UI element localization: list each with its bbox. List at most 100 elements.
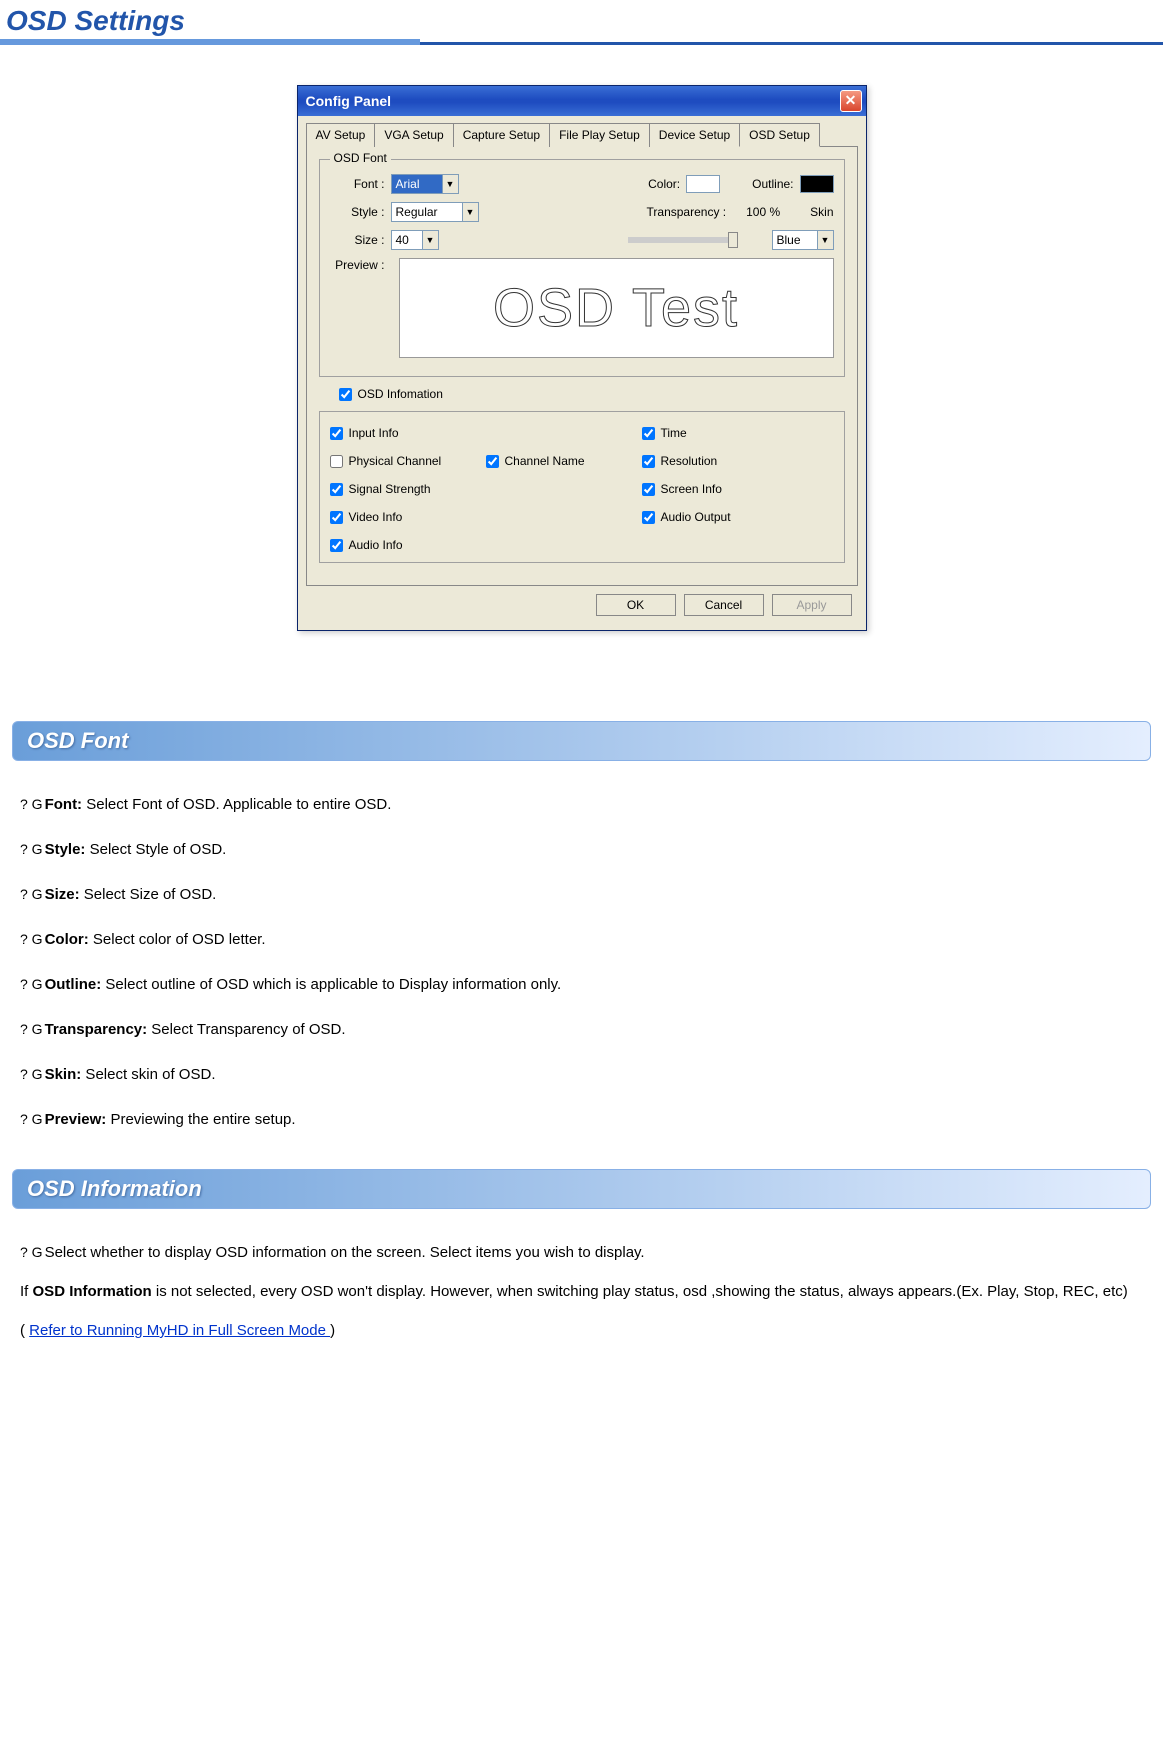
desc-outline: Select outline of OSD which is applicabl… xyxy=(101,976,561,993)
transparency-slider[interactable] xyxy=(628,237,738,243)
tab-osd-setup[interactable]: OSD Setup xyxy=(739,123,820,147)
osd-info-group: Input Info Time Physical Channel Channel… xyxy=(319,411,845,563)
outline-label: Outline: xyxy=(752,177,793,191)
size-combo[interactable]: 40 ▼ xyxy=(391,230,439,250)
audio-output-checkbox[interactable] xyxy=(642,511,655,524)
screen-info-checkbox[interactable] xyxy=(642,483,655,496)
term-outline: Outline: xyxy=(45,976,102,993)
dialog-body: AV Setup VGA Setup Capture Setup File Pl… xyxy=(298,116,866,630)
bullet-icon: ? G xyxy=(20,931,43,947)
style-label: Style : xyxy=(330,205,385,219)
tab-vga-setup[interactable]: VGA Setup xyxy=(374,123,453,147)
bullet-icon: ? G xyxy=(20,1111,43,1127)
screen-info-label: Screen Info xyxy=(661,482,722,496)
bullet-icon: ? G xyxy=(20,1244,43,1260)
tab-strip: AV Setup VGA Setup Capture Setup File Pl… xyxy=(306,122,858,147)
dialog-container: Config Panel ✕ AV Setup VGA Setup Captur… xyxy=(0,45,1163,691)
page-title: OSD Settings xyxy=(0,0,1163,45)
term-color: Color: xyxy=(45,931,89,948)
chevron-down-icon: ▼ xyxy=(462,203,478,221)
ok-button[interactable]: OK xyxy=(596,594,676,616)
list-item: ? GFont: Select Font of OSD. Applicable … xyxy=(20,785,1143,824)
desc-color: Select color of OSD letter. xyxy=(89,931,266,948)
desc-preview: Previewing the entire setup. xyxy=(106,1111,295,1128)
desc-transparency: Select Transparency of OSD. xyxy=(147,1021,345,1038)
osd-info-body: If OSD Information is not selected, ever… xyxy=(0,1272,1163,1311)
section-heading-osd-information: OSD Information xyxy=(12,1169,1151,1209)
desc-size: Select Size of OSD. xyxy=(80,886,217,903)
term-font: Font: xyxy=(45,796,82,813)
dialog-title: Config Panel xyxy=(306,93,840,109)
full-screen-mode-link[interactable]: Refer to Running MyHD in Full Screen Mod… xyxy=(29,1322,330,1339)
slider-thumb[interactable] xyxy=(728,232,738,248)
skin-combo[interactable]: Blue ▼ xyxy=(772,230,834,250)
tab-device-setup[interactable]: Device Setup xyxy=(649,123,740,147)
audio-info-checkbox[interactable] xyxy=(330,539,343,552)
font-value: Arial xyxy=(392,175,442,193)
body-prefix: If xyxy=(20,1283,33,1300)
body-bold: OSD Information xyxy=(33,1283,152,1300)
list-item: ? GOutline: Select outline of OSD which … xyxy=(20,965,1143,1004)
desc-font: Select Font of OSD. Applicable to entire… xyxy=(82,796,391,813)
list-item: ? GSize: Select Size of OSD. xyxy=(20,875,1143,914)
cancel-button[interactable]: Cancel xyxy=(684,594,764,616)
skin-label: Skin xyxy=(810,205,833,219)
bullet-icon: ? G xyxy=(20,1021,43,1037)
resolution-checkbox[interactable] xyxy=(642,455,655,468)
font-combo[interactable]: Arial ▼ xyxy=(391,174,459,194)
transparency-label: Transparency : xyxy=(647,205,727,219)
resolution-label: Resolution xyxy=(661,454,718,468)
bullet-icon: ? G xyxy=(20,886,43,902)
bullet-icon: ? G xyxy=(20,841,43,857)
signal-strength-checkbox[interactable] xyxy=(330,483,343,496)
osd-information-label: OSD Infomation xyxy=(358,387,443,401)
chevron-down-icon: ▼ xyxy=(442,175,458,193)
video-info-checkbox[interactable] xyxy=(330,511,343,524)
section-heading-osd-font: OSD Font xyxy=(12,721,1151,761)
titlebar: Config Panel ✕ xyxy=(298,86,866,116)
tab-file-play-setup[interactable]: File Play Setup xyxy=(549,123,650,147)
preview-box: OSD Test xyxy=(399,258,834,358)
input-info-checkbox[interactable] xyxy=(330,427,343,440)
signal-strength-label: Signal Strength xyxy=(349,482,431,496)
chevron-down-icon: ▼ xyxy=(817,231,833,249)
close-icon[interactable]: ✕ xyxy=(840,90,862,112)
apply-button: Apply xyxy=(772,594,852,616)
osd-info-link-line: ( Refer to Running MyHD in Full Screen M… xyxy=(0,1311,1163,1350)
list-item: ? GStyle: Select Style of OSD. xyxy=(20,830,1143,869)
osd-information-checkbox[interactable] xyxy=(339,388,352,401)
bullet-icon: ? G xyxy=(20,796,43,812)
channel-name-label: Channel Name xyxy=(505,454,585,468)
term-preview: Preview: xyxy=(45,1111,107,1128)
audio-info-label: Audio Info xyxy=(349,538,403,552)
size-value: 40 xyxy=(392,231,422,249)
list-item: ? GColor: Select color of OSD letter. xyxy=(20,920,1143,959)
input-info-label: Input Info xyxy=(349,426,399,440)
style-combo[interactable]: Regular ▼ xyxy=(391,202,479,222)
link-suffix: ) xyxy=(330,1322,335,1339)
tab-capture-setup[interactable]: Capture Setup xyxy=(453,123,550,147)
body-rest: is not selected, every OSD won't display… xyxy=(152,1283,1128,1300)
physical-channel-checkbox[interactable] xyxy=(330,455,343,468)
color-label: Color: xyxy=(648,177,680,191)
style-value: Regular xyxy=(392,203,462,221)
link-prefix: ( xyxy=(20,1322,29,1339)
time-checkbox[interactable] xyxy=(642,427,655,440)
channel-name-checkbox[interactable] xyxy=(486,455,499,468)
video-info-label: Video Info xyxy=(349,510,403,524)
button-row: OK Cancel Apply xyxy=(306,586,858,620)
desc-skin: Select skin of OSD. xyxy=(81,1066,215,1083)
config-dialog: Config Panel ✕ AV Setup VGA Setup Captur… xyxy=(297,85,867,631)
osd-info-intro: ? GSelect whether to display OSD informa… xyxy=(0,1233,1163,1272)
color-swatch[interactable] xyxy=(686,175,720,193)
preview-label: Preview : xyxy=(330,258,385,272)
preview-text: OSD Test xyxy=(493,277,739,339)
tab-av-setup[interactable]: AV Setup xyxy=(306,123,376,147)
term-style: Style: xyxy=(45,841,86,858)
term-transparency: Transparency: xyxy=(45,1021,148,1038)
term-skin: Skin: xyxy=(45,1066,82,1083)
outline-swatch[interactable] xyxy=(800,175,834,193)
transparency-value: 100 % xyxy=(746,205,780,219)
tab-pane: OSD Font Font : Arial ▼ Color: Outline: xyxy=(306,147,858,586)
font-label: Font : xyxy=(330,177,385,191)
